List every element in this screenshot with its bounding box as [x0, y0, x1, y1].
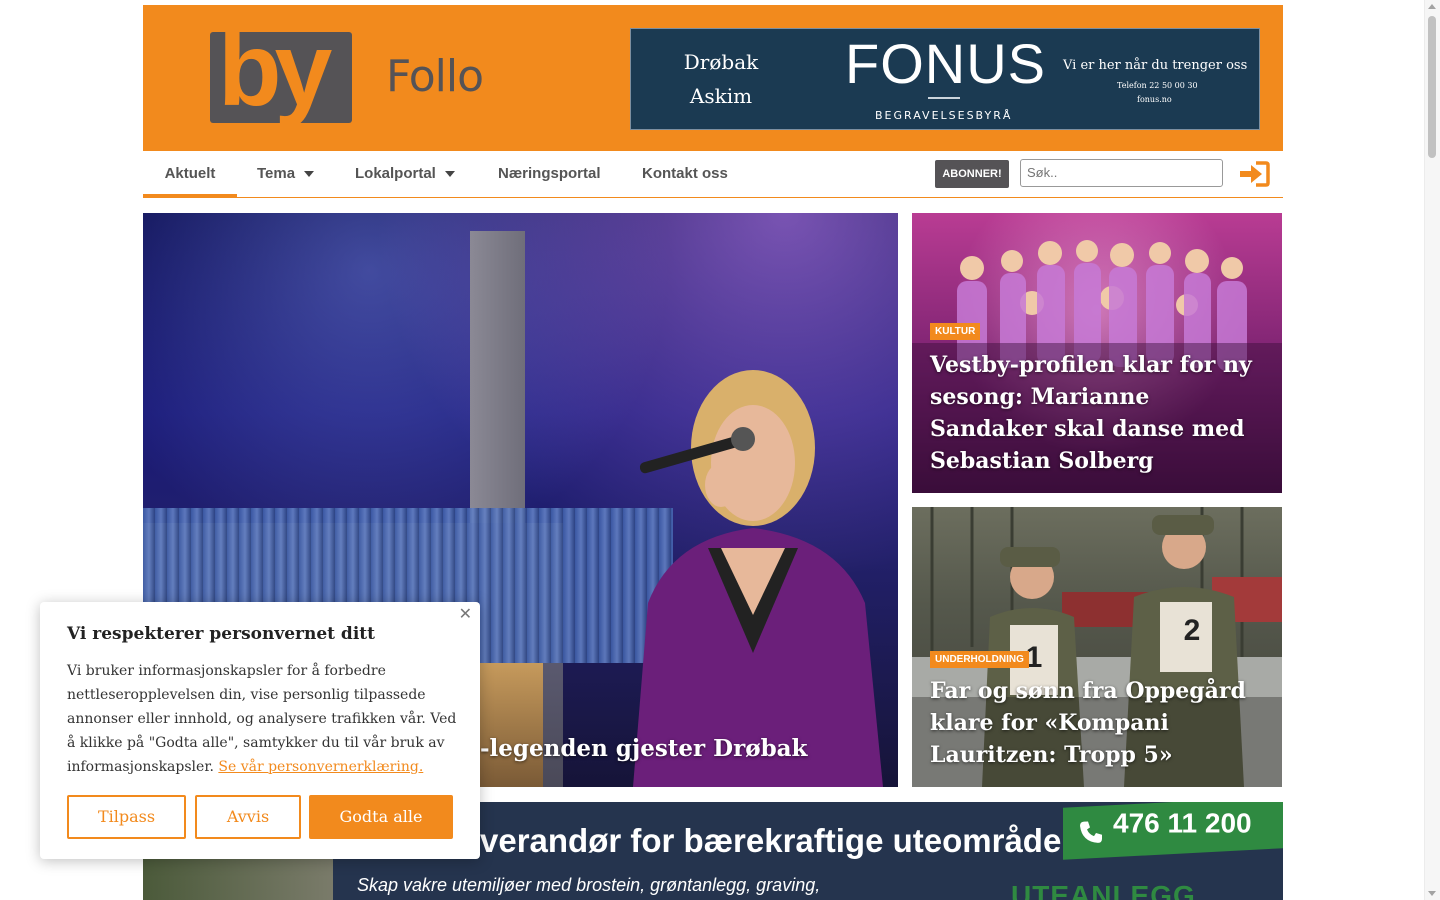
nav-item-aktuelt[interactable]: Aktuelt [143, 151, 237, 197]
nav-label: Kontakt oss [642, 165, 728, 182]
ad-phone: Telefon 22 50 00 30 [1117, 81, 1198, 90]
article-headline: Vestby-profilen klar for ny sesong: Mari… [930, 352, 1252, 474]
caret-down-icon [304, 171, 315, 178]
ad-phone-box: 476 11 200 [1063, 802, 1283, 860]
ad-phone-number: 476 11 200 [1113, 807, 1252, 839]
logo-text: by [218, 32, 332, 123]
ad-web: fonus.no [1137, 95, 1172, 104]
fonus-ad-banner[interactable]: Drøbak Askim FONUS BEGRAVELSESBYRÅ Vi er… [630, 28, 1260, 130]
scroll-down-icon[interactable] [1428, 891, 1436, 896]
ad-place: Drøbak [683, 50, 759, 74]
category-badge[interactable]: UNDERHOLDNING [930, 651, 1029, 668]
nav-item-kontakt[interactable]: Kontakt oss [642, 151, 728, 197]
scroll-up-icon[interactable] [1428, 4, 1436, 9]
main-nav: Aktuelt Tema Lokalportal Næringsportal K… [143, 151, 1283, 198]
search-input[interactable] [1020, 159, 1223, 187]
article-headline: -legenden gjester Drøbak [480, 735, 808, 762]
scrollbar-thumb[interactable] [1428, 16, 1436, 158]
article-card[interactable]: KULTUR Vestby-profilen klar for ny seson… [912, 213, 1282, 493]
ad-places: Drøbak Askim [673, 45, 769, 113]
ad-logo-text: UTEANLEGG [1011, 880, 1196, 900]
nav-label: Næringsportal [498, 165, 601, 182]
ad-divider [928, 97, 960, 99]
ad-headline: verandør for bærekraftige uteområder [480, 822, 1075, 859]
nav-item-naeringsportal[interactable]: Næringsportal [498, 151, 601, 197]
cookie-title: Vi respekterer personvernet ditt [67, 624, 375, 644]
ad-text: Skap vakre utemiljøer med brostein, grøn… [357, 875, 821, 895]
singer-image [633, 370, 883, 787]
ad-tagline: Vi er her når du trenger oss [1063, 58, 1248, 73]
reject-button[interactable]: Avvis [195, 795, 301, 839]
ad-place: Askim [689, 84, 753, 108]
nav-item-lokalportal[interactable]: Lokalportal [355, 151, 455, 197]
nav-label: Aktuelt [164, 165, 216, 182]
caret-down-icon [444, 171, 455, 178]
cookie-body: Vi bruker informasjonskapsler for å forb… [67, 659, 459, 779]
cookie-consent-dialog: ✕ Vi respekterer personvernet ditt Vi br… [40, 602, 480, 859]
by-logo[interactable]: by [210, 32, 352, 123]
nav-label: Lokalportal [355, 165, 436, 182]
close-icon[interactable]: ✕ [459, 604, 472, 623]
nav-item-tema[interactable]: Tema [257, 151, 315, 197]
login-icon[interactable] [1238, 160, 1270, 188]
site-header: by Follo Drøbak Askim FONUS BEGRAVELSESB… [143, 5, 1283, 151]
customize-button[interactable]: Tilpass [67, 795, 186, 839]
subscribe-button[interactable]: ABONNER! [935, 160, 1009, 188]
article-headline: Far og sønn fra Oppegård klare for «Komp… [930, 678, 1246, 768]
svg-text:2: 2 [1184, 614, 1201, 647]
accept-all-button[interactable]: Godta alle [309, 795, 453, 839]
phone-icon [1080, 821, 1102, 843]
category-badge[interactable]: KULTUR [930, 323, 981, 340]
ad-subtitle: BEGRAVELSESBYRÅ [875, 109, 1013, 122]
nav-label: Tema [257, 165, 296, 182]
article-image [470, 231, 525, 531]
page-scrollbar[interactable] [1424, 0, 1440, 900]
region-name[interactable]: Follo [386, 51, 484, 102]
article-card[interactable]: 1 2 UNDERHOLDNING Far og sønn fra Oppegå… [912, 507, 1282, 787]
ad-brand: FONUS [845, 32, 1046, 95]
privacy-policy-link[interactable]: Se vår personvernerklæring. [218, 759, 423, 775]
